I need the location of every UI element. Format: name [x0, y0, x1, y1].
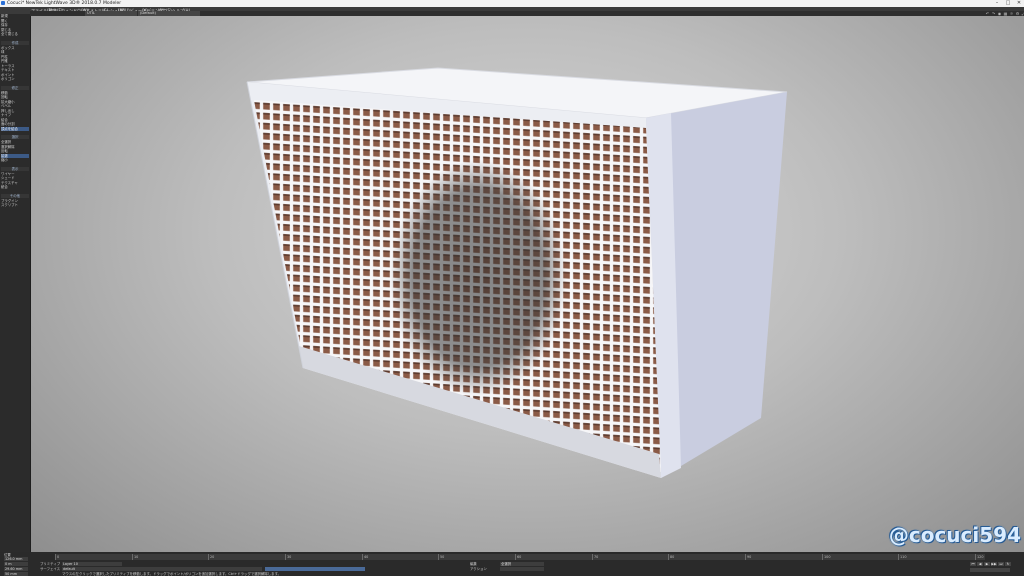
ruler-tick-label: 80	[670, 555, 675, 559]
sidebar-tool-item[interactable]: 頂点を結合	[1, 126, 29, 131]
sidebar-tool-item[interactable]: ボックス	[1, 46, 29, 50]
sidebar-tool-item[interactable]: 拡大縮小	[1, 100, 29, 104]
sidebar-tool-item[interactable]: 縮小	[1, 158, 29, 162]
app-icon	[1, 1, 5, 5]
sidebar-tool-item[interactable]: 拡張	[1, 153, 29, 158]
action-field[interactable]	[500, 567, 544, 571]
close-button[interactable]: ✕	[1014, 0, 1024, 7]
sidebar-tool-item[interactable]: ワイヤー	[1, 172, 29, 176]
prev-frame-button[interactable]: ◀	[977, 562, 983, 566]
ruler-tick-label: 100	[824, 555, 831, 559]
ruler-tick	[362, 554, 363, 560]
sidebar-tool-item[interactable]: 円柱	[1, 55, 29, 59]
ruler-tick	[745, 554, 746, 560]
sidebar-tool-item[interactable]: 全選択	[1, 140, 29, 144]
sidebar-tool-item[interactable]: ナイフ	[1, 113, 29, 117]
loop-button[interactable]: ↻	[1005, 562, 1011, 566]
ruler-tick-label: 40	[364, 555, 369, 559]
ruler-tick-label: 50	[440, 555, 445, 559]
ruler-tick	[55, 554, 56, 560]
front-grille	[254, 100, 661, 472]
sidebar-tool-item[interactable]: 開く	[1, 19, 29, 23]
record-field[interactable]	[970, 568, 1010, 572]
sidebar-tool-item[interactable]: 面の分割	[1, 122, 29, 126]
ruler-tick-label: 120	[977, 555, 984, 559]
sidebar-tool-item[interactable]: ベベル	[1, 104, 29, 108]
sidebar-tool-item[interactable]: 押し出し	[1, 109, 29, 113]
z-field[interactable]: 29.60 mm	[4, 567, 28, 571]
ruler-tick-label: 0	[57, 555, 60, 559]
mode-field[interactable]: 全選択	[500, 562, 544, 566]
maximize-button[interactable]: □	[1003, 0, 1013, 7]
sidebar-tool-item[interactable]: シェード	[1, 176, 29, 180]
sidebar-tool-item[interactable]: 閉じる	[1, 28, 29, 32]
sidebar-tool-item[interactable]: スクリプト	[1, 203, 29, 207]
sidebar-section-head: 選択	[1, 135, 29, 139]
play-button[interactable]: ▶	[984, 562, 990, 566]
ruler-tick	[132, 554, 133, 560]
edit-label: 編集	[470, 562, 477, 566]
y-field[interactable]: 0 m	[4, 562, 28, 566]
ruler-tick-label: 110	[900, 555, 907, 559]
ruler-tick-label: 20	[210, 555, 215, 559]
sidebar-tool-item[interactable]: 保存	[1, 23, 29, 27]
sidebar-tool-item[interactable]: 球	[1, 50, 29, 54]
ruler-tick	[822, 554, 823, 560]
sidebar-tool-item[interactable]: トーラス	[1, 64, 29, 68]
sidebar-section-head: 表示	[1, 166, 29, 171]
ruler-tick	[592, 554, 593, 560]
grid-field[interactable]: 50 mm	[4, 572, 28, 576]
minimize-button[interactable]: –	[992, 0, 1002, 7]
sidebar-tool-item[interactable]: 円錐	[1, 59, 29, 63]
ruler-tick	[515, 554, 516, 560]
x-field[interactable]: 126.0 mm	[4, 557, 28, 561]
sidebar-tool-item[interactable]: 結合	[1, 118, 29, 122]
ruler-tick	[438, 554, 439, 560]
next-frame-button[interactable]: ▶▶	[991, 562, 997, 566]
title-bar: Cocuci* NewTek LightWave 3D® 2018.0.7 Mo…	[0, 0, 1024, 7]
sidebar-tool-item[interactable]: 回転	[1, 95, 29, 99]
sidebar-tool-item[interactable]: ポイント	[1, 73, 29, 77]
ruler-tick-label: 10	[134, 555, 139, 559]
status-text: マウスの左クリックで選択したプリミティブを移動します。ドラッグでポイント/ポリゴ…	[62, 572, 282, 576]
sidebar-section-head: 修正	[1, 85, 29, 90]
author-watermark: @cocuci594	[888, 523, 1021, 547]
sidebar-tool-item[interactable]: 選択解除	[1, 145, 29, 149]
ruler-tick	[898, 554, 899, 560]
tool-sidebar: 新規 開く 保存 閉じる 全て閉じる作成 ボックス球円柱 円錐 トーラス テキスト ポイント ポリゴ…	[0, 14, 30, 552]
sidebar-tool-item[interactable]: テクスチャ	[1, 181, 29, 185]
ruler-tick	[208, 554, 209, 560]
sidebar-tool-item[interactable]: 全て閉じる	[1, 32, 29, 36]
window-title: Cocuci* NewTek LightWave 3D® 2018.0.7 Mo…	[7, 1, 122, 6]
last-frame-button[interactable]: ⏭	[998, 562, 1004, 566]
sidebar-section-head: その他	[1, 193, 29, 198]
sidebar-tool-item[interactable]: 反転	[1, 149, 29, 153]
ruler-tick-label: 70	[594, 555, 599, 559]
action-label: アクション	[470, 567, 487, 571]
ruler-tick-label: 30	[287, 555, 292, 559]
model-render	[246, 67, 788, 478]
first-frame-button[interactable]: ⏮	[970, 562, 976, 566]
ruler-tick-label: 90	[747, 555, 752, 559]
ruler-tick	[975, 554, 976, 560]
ruler-tick-label: 60	[517, 555, 522, 559]
ruler-tick	[668, 554, 669, 560]
primitive-field[interactable]: Layer 10	[62, 562, 122, 566]
sidebar-section-head: 作成	[1, 40, 29, 45]
sidebar-tool-item[interactable]: 新規	[1, 14, 29, 18]
surface-label: サーフェイス	[40, 567, 61, 571]
sidebar-tool-item[interactable]: ポリゴン	[1, 77, 29, 81]
3d-viewport[interactable]: @cocuci594	[31, 16, 1024, 552]
sidebar-tool-item[interactable]: テキスト	[1, 68, 29, 72]
sidebar-tool-item[interactable]: 移動	[1, 91, 29, 95]
sidebar-tool-item[interactable]: 統合	[1, 185, 29, 189]
timeline-ruler[interactable]: 0 10 20 30 40 50 60 70 80 90 100 110 120	[55, 554, 985, 560]
ruler-tick	[285, 554, 286, 560]
bottom-panel: 位置 126.0 mm 0 m 29.60 mm 50 mm 0 10 20 30 40…	[0, 552, 1024, 576]
sidebar-tool-item[interactable]: プラグイン	[1, 199, 29, 203]
primitive-label: プリミティブ	[40, 562, 61, 566]
